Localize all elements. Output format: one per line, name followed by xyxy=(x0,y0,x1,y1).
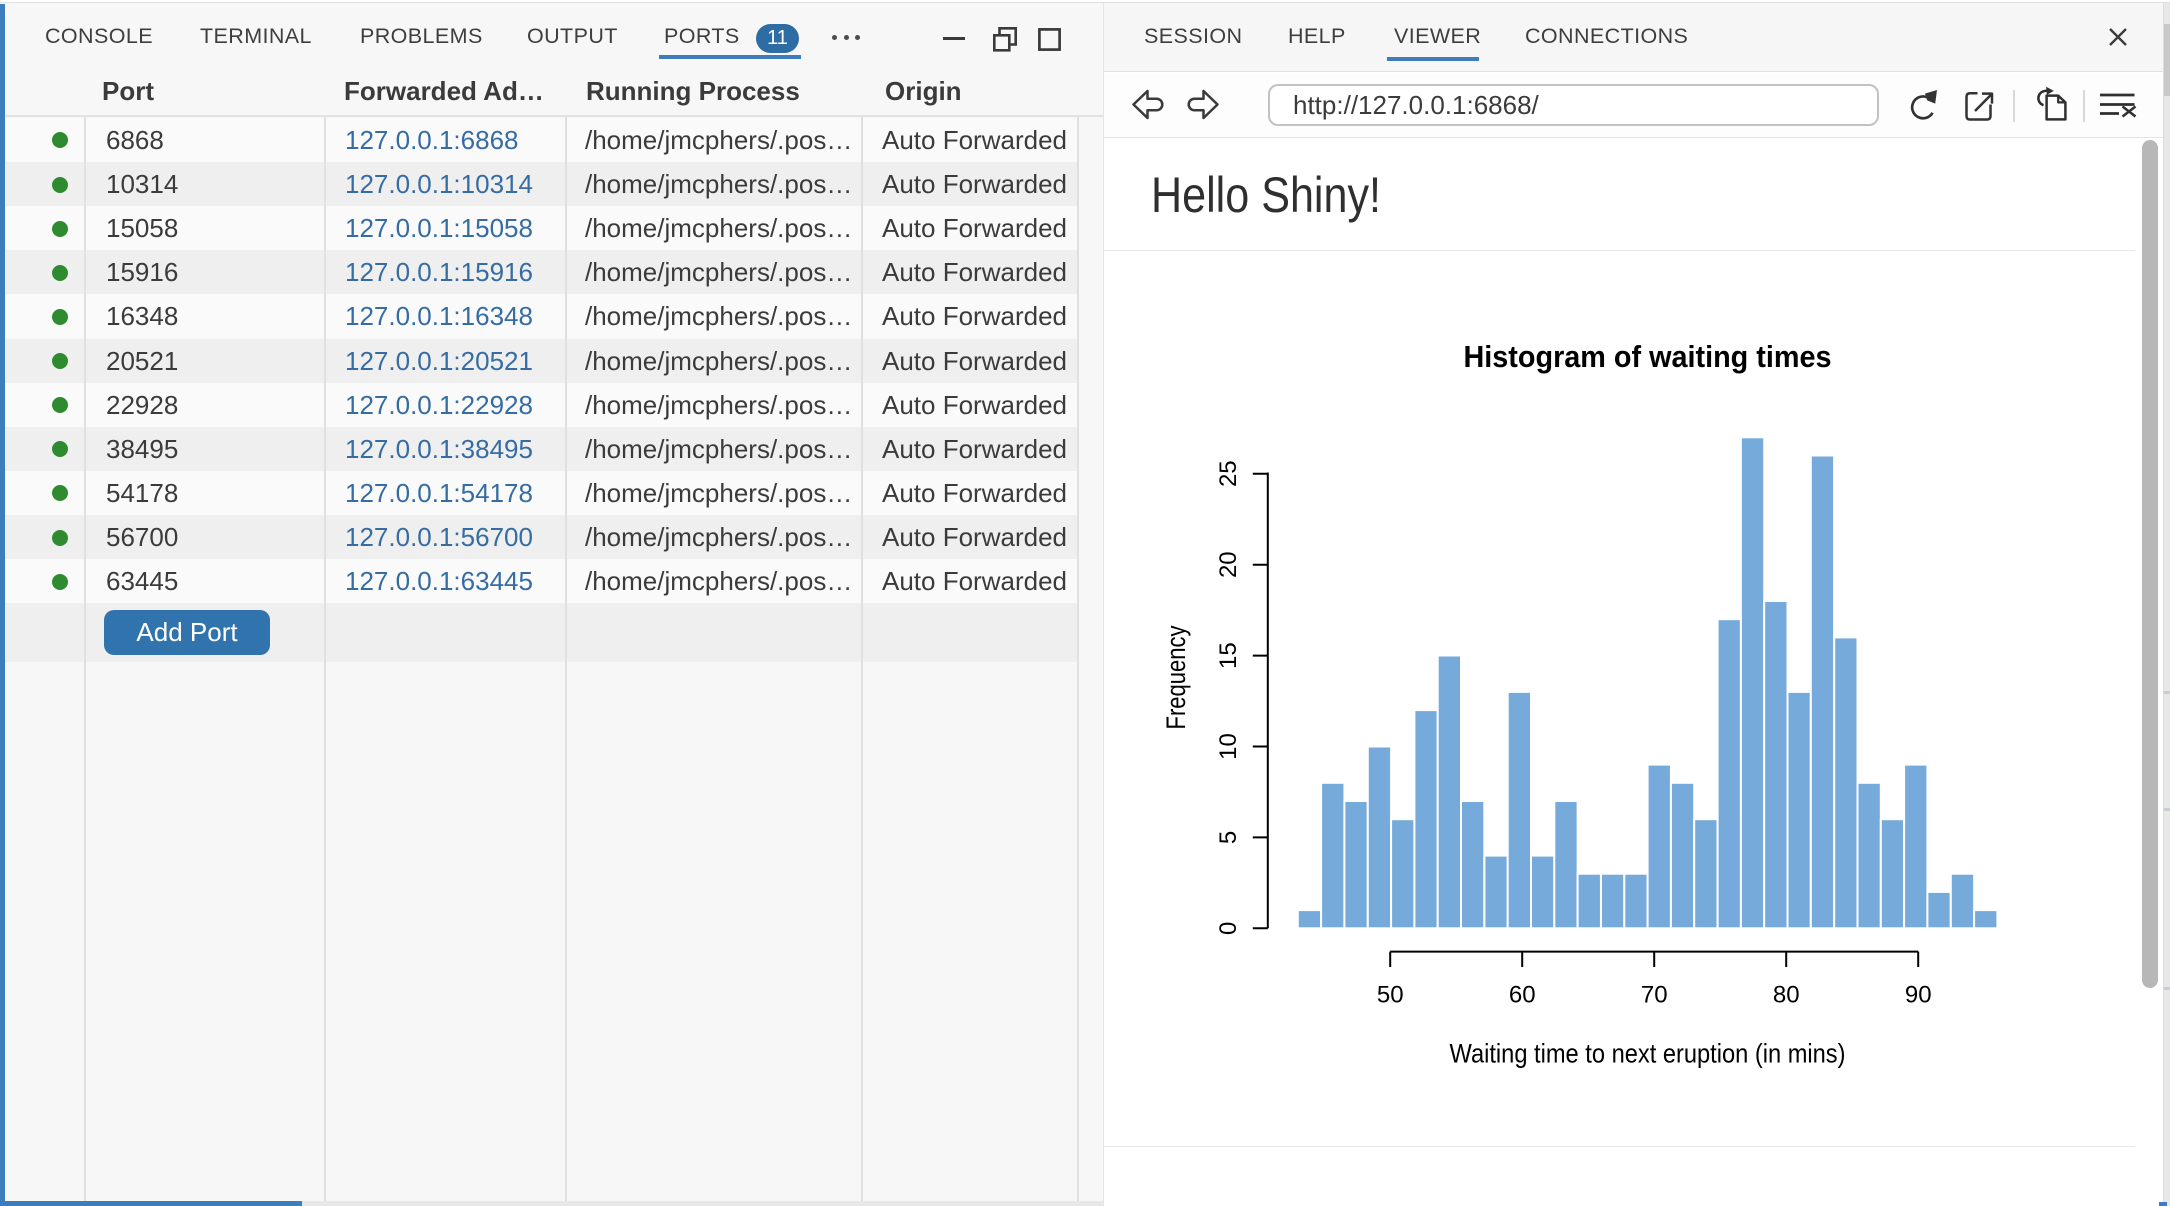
svg-text:10: 10 xyxy=(1215,733,1242,760)
svg-text:Histogram of waiting times: Histogram of waiting times xyxy=(1464,339,1832,374)
svg-text:25: 25 xyxy=(1215,460,1242,487)
svg-text:80: 80 xyxy=(1773,982,1800,1009)
svg-text:70: 70 xyxy=(1641,982,1668,1009)
svg-text:50: 50 xyxy=(1377,982,1404,1009)
svg-text:90: 90 xyxy=(1905,982,1932,1009)
svg-text:15: 15 xyxy=(1215,642,1242,669)
svg-text:5: 5 xyxy=(1215,831,1242,844)
svg-text:Frequency: Frequency xyxy=(1161,625,1191,729)
svg-text:0: 0 xyxy=(1215,922,1242,935)
svg-text:60: 60 xyxy=(1509,982,1536,1009)
svg-text:Waiting time to next eruption: Waiting time to next eruption (in mins) xyxy=(1450,1038,1846,1068)
svg-text:20: 20 xyxy=(1215,551,1242,578)
